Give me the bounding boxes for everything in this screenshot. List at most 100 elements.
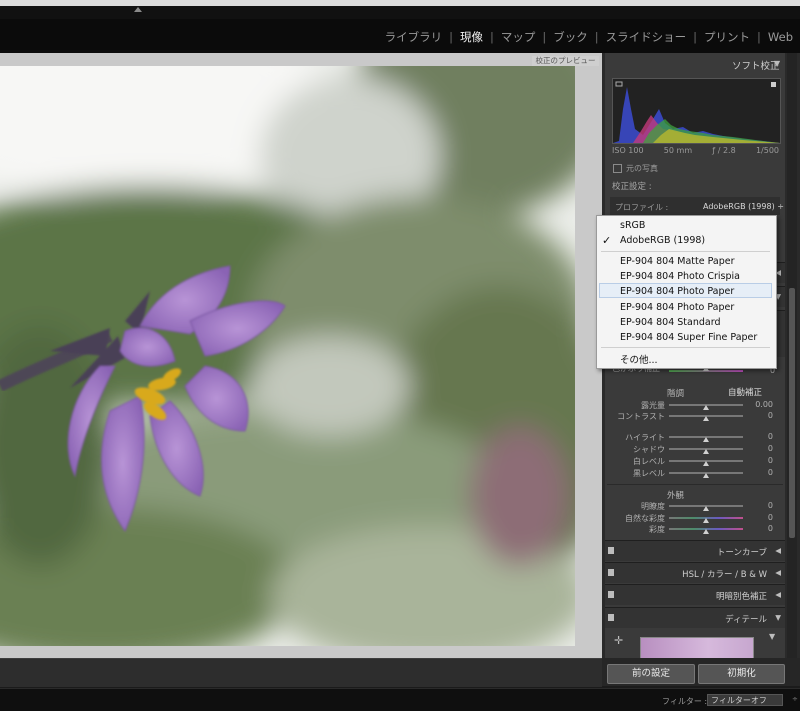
slider-saturation[interactable]: 彩度 0 bbox=[612, 524, 777, 534]
slider-value: 0 bbox=[767, 411, 773, 420]
slider-knob[interactable] bbox=[703, 506, 709, 511]
slider-label: 白レベル bbox=[633, 457, 665, 466]
expand-triangle-icon[interactable]: ◀ bbox=[775, 546, 781, 555]
auto-tone-button[interactable]: 自動補正 bbox=[728, 386, 770, 398]
module-web[interactable]: Web bbox=[761, 30, 800, 44]
slider-value: 0 bbox=[767, 513, 773, 522]
slider-track[interactable] bbox=[669, 528, 743, 534]
menu-item-adobergb[interactable]: AdobeRGB (1998) bbox=[620, 235, 705, 246]
slider-blacks[interactable]: 黒レベル 0 bbox=[612, 468, 777, 478]
original-photo-checkbox[interactable] bbox=[613, 164, 622, 173]
panel-switch-icon[interactable] bbox=[608, 614, 614, 621]
slider-label: 自然な彩度 bbox=[625, 514, 665, 523]
slider-track[interactable] bbox=[669, 415, 743, 421]
slider-value: 0 bbox=[767, 444, 773, 453]
slider-knob[interactable] bbox=[703, 473, 709, 478]
collapse-top-arrow-icon[interactable] bbox=[134, 7, 142, 12]
slider-value: 0 bbox=[767, 432, 773, 441]
panel-label: ディテール bbox=[725, 615, 767, 625]
slider-track[interactable] bbox=[669, 448, 743, 454]
collapse-triangle-icon[interactable]: ▼ bbox=[775, 613, 781, 622]
panel-header-hsl[interactable]: HSL / カラー / B & W ◀ bbox=[605, 562, 785, 583]
menu-item-other[interactable]: その他... bbox=[620, 352, 658, 366]
slider-label: 露光量 bbox=[641, 401, 665, 410]
slider-exposure[interactable]: 露光量 0.00 bbox=[612, 400, 777, 410]
panel-header-detail[interactable]: ディテール ▼ bbox=[605, 607, 785, 628]
filmstrip-top-edge bbox=[0, 6, 800, 19]
module-develop[interactable]: 現像 bbox=[453, 29, 490, 45]
histogram-graph bbox=[613, 81, 780, 143]
slider-track[interactable] bbox=[669, 404, 743, 410]
profile-dropdown-menu: sRGB ✓ AdobeRGB (1998) EP-904 804 Matte … bbox=[596, 215, 777, 369]
module-slideshow[interactable]: スライドショー bbox=[599, 29, 694, 45]
slider-label: 彩度 bbox=[649, 525, 665, 534]
slider-shadows[interactable]: シャドウ 0 bbox=[612, 444, 777, 454]
slider-label: 明瞭度 bbox=[641, 502, 665, 511]
slider-value: 0 bbox=[767, 456, 773, 465]
slider-highlights[interactable]: ハイライト 0 bbox=[612, 432, 777, 442]
slider-value: 0.00 bbox=[755, 400, 773, 409]
slider-track[interactable] bbox=[669, 517, 743, 523]
expand-triangle-icon[interactable]: ◀ bbox=[775, 590, 781, 599]
module-library[interactable]: ライブラリ bbox=[378, 29, 450, 45]
original-photo-toggle[interactable]: 元の写真 bbox=[613, 163, 658, 174]
menu-separator bbox=[601, 347, 770, 348]
slider-track[interactable] bbox=[669, 436, 743, 442]
menu-item-photo-paper-2[interactable]: EP-904 804 Photo Paper bbox=[620, 302, 734, 313]
slider-knob[interactable] bbox=[703, 529, 709, 534]
crosshair-icon[interactable]: ✛ bbox=[614, 634, 623, 647]
reset-button[interactable]: 初期化 bbox=[698, 664, 785, 684]
panel-label: HSL / カラー / B & W bbox=[682, 570, 767, 580]
slider-value: 0 bbox=[767, 468, 773, 477]
panel-switch-icon[interactable] bbox=[608, 547, 614, 554]
menu-item-srgb[interactable]: sRGB bbox=[620, 220, 645, 231]
slider-knob[interactable] bbox=[703, 518, 709, 523]
module-list: ライブラリ | 現像 | マップ | ブック | スライドショー | プリント … bbox=[378, 29, 800, 45]
module-book[interactable]: ブック bbox=[546, 29, 595, 45]
menu-item-photo-paper[interactable]: EP-904 804 Photo Paper bbox=[620, 286, 734, 297]
expand-triangle-icon[interactable]: ◀ bbox=[775, 568, 781, 577]
panel-collapse-triangle-icon[interactable]: ▼ bbox=[774, 59, 780, 68]
menu-item-standard[interactable]: EP-904 804 Standard bbox=[620, 317, 720, 328]
profile-select[interactable]: AdobeRGB (1998) ÷ bbox=[703, 202, 784, 211]
section-divider bbox=[607, 484, 783, 485]
slider-vibrance[interactable]: 自然な彩度 0 bbox=[612, 513, 777, 523]
filter-select[interactable]: フィルターオフ bbox=[707, 694, 783, 706]
menu-separator bbox=[601, 251, 770, 252]
panel-switch-icon[interactable] bbox=[608, 591, 614, 598]
menu-item-matte-paper[interactable]: EP-904 804 Matte Paper bbox=[620, 256, 735, 267]
menu-item-photo-crispia[interactable]: EP-904 804 Photo Crispia bbox=[620, 271, 740, 282]
slider-knob[interactable] bbox=[703, 449, 709, 454]
module-map[interactable]: マップ bbox=[494, 29, 543, 45]
panel-header-split-toning[interactable]: 明暗別色補正 ◀ bbox=[605, 584, 785, 605]
slider-knob[interactable] bbox=[703, 461, 709, 466]
histogram bbox=[612, 78, 781, 144]
tone-header: 階調 bbox=[667, 389, 685, 399]
slider-track[interactable] bbox=[669, 472, 743, 478]
right-panel-scroll-thumb[interactable] bbox=[789, 288, 795, 538]
filter-dropdown-icon[interactable]: ÷ bbox=[792, 695, 798, 703]
slider-knob[interactable] bbox=[703, 405, 709, 410]
slider-whites[interactable]: 白レベル 0 bbox=[612, 456, 777, 466]
slider-track[interactable] bbox=[669, 505, 743, 511]
module-picker: ライブラリ | 現像 | マップ | ブック | スライドショー | プリント … bbox=[0, 19, 800, 53]
slider-knob[interactable] bbox=[703, 416, 709, 421]
slider-contrast[interactable]: コントラスト 0 bbox=[612, 411, 777, 421]
slider-clarity[interactable]: 明瞭度 0 bbox=[612, 501, 777, 511]
panel-label: 明暗別色補正 bbox=[715, 592, 767, 602]
histogram-exif-info: ISO 100 50 mm ƒ / 2.8 1/500 bbox=[612, 146, 779, 155]
slider-label: ハイライト bbox=[625, 433, 665, 442]
module-print[interactable]: プリント bbox=[697, 29, 757, 45]
original-photo-label: 元の写真 bbox=[626, 164, 658, 173]
previous-settings-button[interactable]: 前の設定 bbox=[607, 664, 695, 684]
slider-track[interactable] bbox=[669, 460, 743, 466]
slider-knob[interactable] bbox=[703, 437, 709, 442]
panel-label: トーンカーブ bbox=[716, 548, 767, 558]
panel-switch-icon[interactable] bbox=[608, 569, 614, 576]
proof-preview-badge: 校正のプレビュー bbox=[532, 56, 599, 66]
filter-label: フィルター : bbox=[662, 697, 708, 706]
panel-header-tone-curve[interactable]: トーンカーブ ◀ bbox=[605, 540, 785, 561]
detail-preview-triangle-icon[interactable]: ▼ bbox=[769, 632, 775, 641]
menu-item-super-fine-paper[interactable]: EP-904 804 Super Fine Paper bbox=[620, 332, 757, 343]
photo-preview[interactable] bbox=[0, 66, 575, 646]
